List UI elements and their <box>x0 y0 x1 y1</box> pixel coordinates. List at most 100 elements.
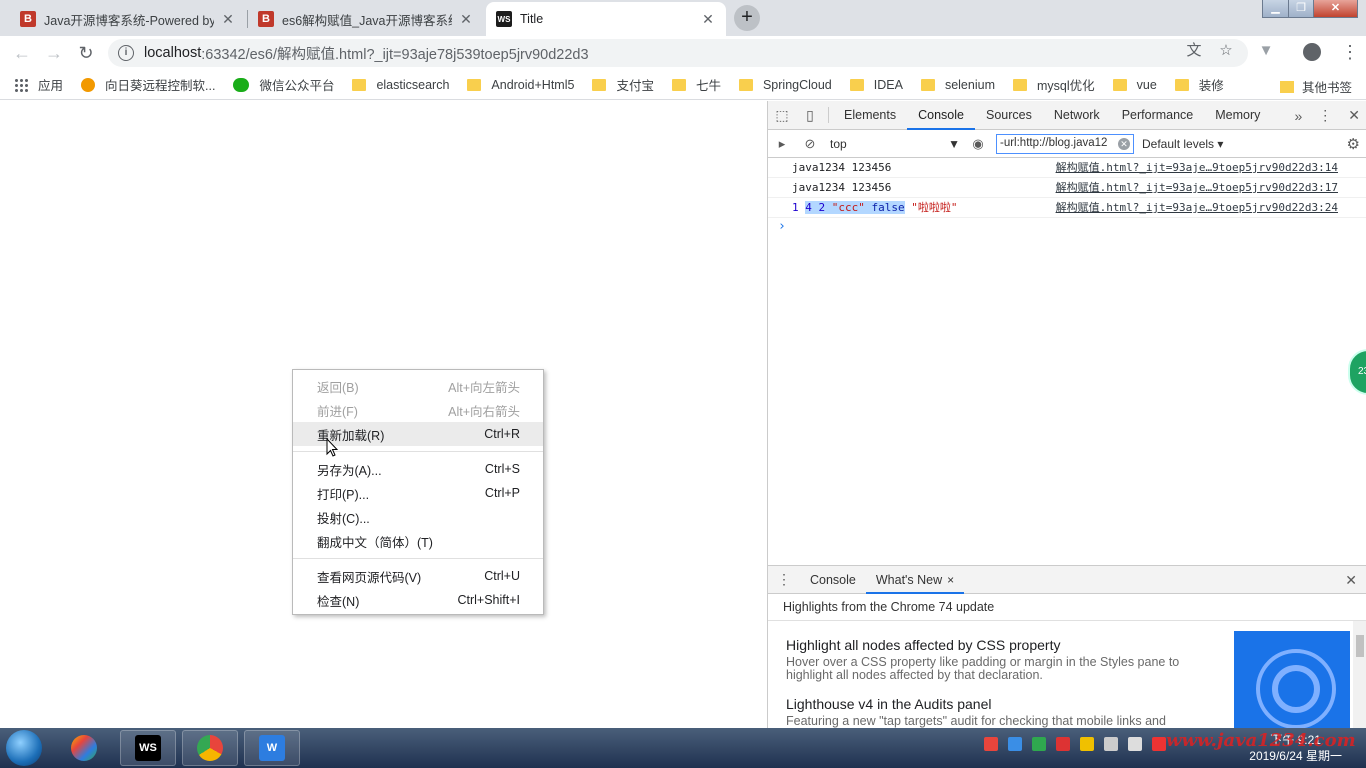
minimize-button[interactable]: ▁ <box>1263 0 1288 17</box>
window-controls: ▁ ❐ ✕ <box>1262 0 1358 18</box>
browser-tab[interactable]: B es6解构赋值_Java开源博客系统 ✕ <box>248 2 484 36</box>
source-link[interactable]: 解构赋值.html?_ijt=93aje…9toep5jrv90d22d3:17 <box>1056 178 1338 197</box>
bookmark-star-icon[interactable]: ☆ <box>1216 41 1236 61</box>
drawer-menu-icon[interactable]: ⋮ <box>768 571 800 588</box>
chrome-icon <box>197 735 223 761</box>
start-button[interactable] <box>6 730 42 766</box>
back-button[interactable]: ← <box>10 41 34 65</box>
browser-tab-active[interactable]: WS Title ✕ <box>486 2 726 36</box>
dropdown-arrow-icon: ▼ <box>948 136 960 151</box>
clear-console-icon[interactable]: ⊘ <box>796 136 824 152</box>
tab-network[interactable]: Network <box>1043 101 1111 130</box>
address-bar[interactable]: i localhost:63342/es6/解构赋值.html?_ijt=93a… <box>108 39 1248 67</box>
context-inspect[interactable]: 检查(N) Ctrl+Shift+I <box>293 588 543 612</box>
sidebar-toggle-icon[interactable]: ▸ <box>768 136 796 152</box>
context-print[interactable]: 打印(P)... Ctrl+P <box>293 481 543 505</box>
tray-app-icon[interactable] <box>1152 737 1166 751</box>
tab-title: Title <box>520 12 544 26</box>
extension-icon[interactable]: ▼ <box>1256 41 1276 61</box>
bookmark-folder[interactable]: SpringCloud <box>738 78 832 92</box>
tray-app-icon[interactable] <box>984 737 998 751</box>
bookmark-folder[interactable]: 装修 <box>1174 75 1224 94</box>
tab-favicon-icon: B <box>258 11 274 27</box>
site-info-icon[interactable]: i <box>118 45 134 61</box>
maximize-button[interactable]: ❐ <box>1288 0 1313 17</box>
tray-app-icon[interactable] <box>1056 737 1070 751</box>
console-filter-input[interactable]: -url:http://blog.java12 ✕ <box>996 133 1134 154</box>
close-tab-icon[interactable]: ✕ <box>458 11 474 28</box>
close-drawer-icon[interactable]: ✕ <box>1345 572 1357 589</box>
tab-performance[interactable]: Performance <box>1111 101 1205 130</box>
tab-memory[interactable]: Memory <box>1204 101 1271 130</box>
context-view-source[interactable]: 查看网页源代码(V) Ctrl+U <box>293 564 543 588</box>
tray-app-icon[interactable] <box>1104 737 1118 751</box>
bookmark-folder[interactable]: Android+Html5 <box>467 78 574 92</box>
tab-sources[interactable]: Sources <box>975 101 1043 130</box>
tab-console[interactable]: Console <box>907 101 975 130</box>
context-forward[interactable]: 前进(F) Alt+向右箭头 <box>293 398 543 422</box>
close-drawer-tab-icon[interactable]: × <box>947 573 954 587</box>
other-bookmarks[interactable]: 其他书签 <box>1279 77 1352 96</box>
folder-icon <box>671 78 686 91</box>
drawer-tab-whats-new[interactable]: What's New × <box>865 566 965 594</box>
devtools-drawer: ⋮ Console What's New × ✕ Highlights from … <box>768 565 1366 728</box>
tray-shield-icon[interactable] <box>1032 737 1046 751</box>
console-settings-gear-icon[interactable]: ⚙ <box>1347 135 1360 153</box>
log-levels-dropdown[interactable]: Default levels ▾ <box>1142 137 1223 151</box>
context-selector[interactable]: top ▼ <box>830 137 964 151</box>
source-link[interactable]: 解构赋值.html?_ijt=93aje…9toep5jrv90d22d3:14 <box>1056 158 1338 177</box>
browser-toolbar: ← → ↻ i localhost:63342/es6/解构赋值.html?_i… <box>0 36 1366 70</box>
device-toolbar-icon[interactable]: ▯ <box>796 107 824 124</box>
bookmark-folder[interactable]: 七牛 <box>671 75 721 94</box>
context-save-as[interactable]: 另存为(A)... Ctrl+S <box>293 457 543 481</box>
taskbar-app-colorful[interactable] <box>56 730 112 766</box>
forward-button[interactable]: → <box>42 41 66 65</box>
tray-flag-icon[interactable] <box>1128 737 1142 751</box>
bookmark-folder[interactable]: mysql优化 <box>1012 75 1095 94</box>
close-window-button[interactable]: ✕ <box>1313 0 1357 17</box>
watermark-text: www.java1234.com <box>1166 730 1356 751</box>
more-tabs-icon[interactable]: » <box>1294 108 1302 124</box>
bookmark-item[interactable]: 应用 <box>14 75 63 94</box>
bookmark-folder[interactable]: 支付宝 <box>592 75 654 94</box>
bookmark-folder[interactable]: IDEA <box>849 78 903 92</box>
close-devtools-icon[interactable]: ✕ <box>1348 107 1360 124</box>
bookmark-item[interactable]: 向日葵远程控制软... <box>81 75 215 94</box>
context-back[interactable]: 返回(B) Alt+向左箭头 <box>293 374 543 398</box>
bookmark-folder[interactable]: elasticsearch <box>352 78 449 92</box>
taskbar-wps[interactable]: W <box>244 730 300 766</box>
feature-illustration <box>1234 631 1350 728</box>
tab-title: es6解构赋值_Java开源博客系统 <box>282 13 452 28</box>
console-message: java1234 123456 解构赋值.html?_ijt=93aje…9to… <box>768 178 1366 198</box>
taskbar-webstorm[interactable]: WS <box>120 730 176 766</box>
tab-elements[interactable]: Elements <box>833 101 907 130</box>
browser-tab[interactable]: B Java开源博客系统-Powered by ✕ <box>10 2 246 36</box>
inspect-element-icon[interactable]: ⬚ <box>768 107 796 124</box>
url-path: :63342/es6/解构赋值.html?_ijt=93aje78j539toe… <box>201 46 589 63</box>
new-tab-button[interactable]: + <box>734 5 760 31</box>
bookmark-folder[interactable]: vue <box>1112 78 1157 92</box>
bookmark-folder[interactable]: selenium <box>920 78 995 92</box>
console-prompt[interactable]: › <box>768 218 1366 238</box>
tray-app-icon[interactable] <box>1080 737 1094 751</box>
reload-button[interactable]: ↻ <box>74 41 98 65</box>
drawer-scrollbar[interactable] <box>1353 621 1366 728</box>
source-link[interactable]: 解构赋值.html?_ijt=93aje…9toep5jrv90d22d3:24 <box>1056 198 1338 217</box>
context-cast[interactable]: 投射(C)... <box>293 505 543 529</box>
chrome-menu-icon[interactable]: ⋮ <box>1340 42 1360 64</box>
console-message: 1 4 2 "ccc" false "啦啦啦" 解构赋值.html?_ijt=9… <box>768 198 1366 218</box>
taskbar-chrome[interactable] <box>182 730 238 766</box>
tray-app-icon[interactable] <box>1008 737 1022 751</box>
clear-filter-icon[interactable]: ✕ <box>1118 137 1130 150</box>
console-output: java1234 123456 解构赋值.html?_ijt=93aje…9to… <box>768 158 1366 238</box>
close-tab-icon[interactable]: ✕ <box>220 11 236 28</box>
live-expression-eye-icon[interactable]: ◉ <box>964 136 992 152</box>
translate-icon[interactable]: 文 <box>1184 41 1204 61</box>
context-translate[interactable]: 翻成中文（简体）(T) <box>293 529 543 553</box>
bookmark-item[interactable]: 微信公众平台 <box>233 75 334 94</box>
drawer-tab-console[interactable]: Console <box>800 566 866 594</box>
devtools-menu-icon[interactable]: ⋮ <box>1318 107 1332 124</box>
profile-avatar-icon[interactable] <box>1303 43 1321 61</box>
scrollbar-thumb[interactable] <box>1356 635 1364 657</box>
close-tab-icon[interactable]: ✕ <box>700 11 716 28</box>
